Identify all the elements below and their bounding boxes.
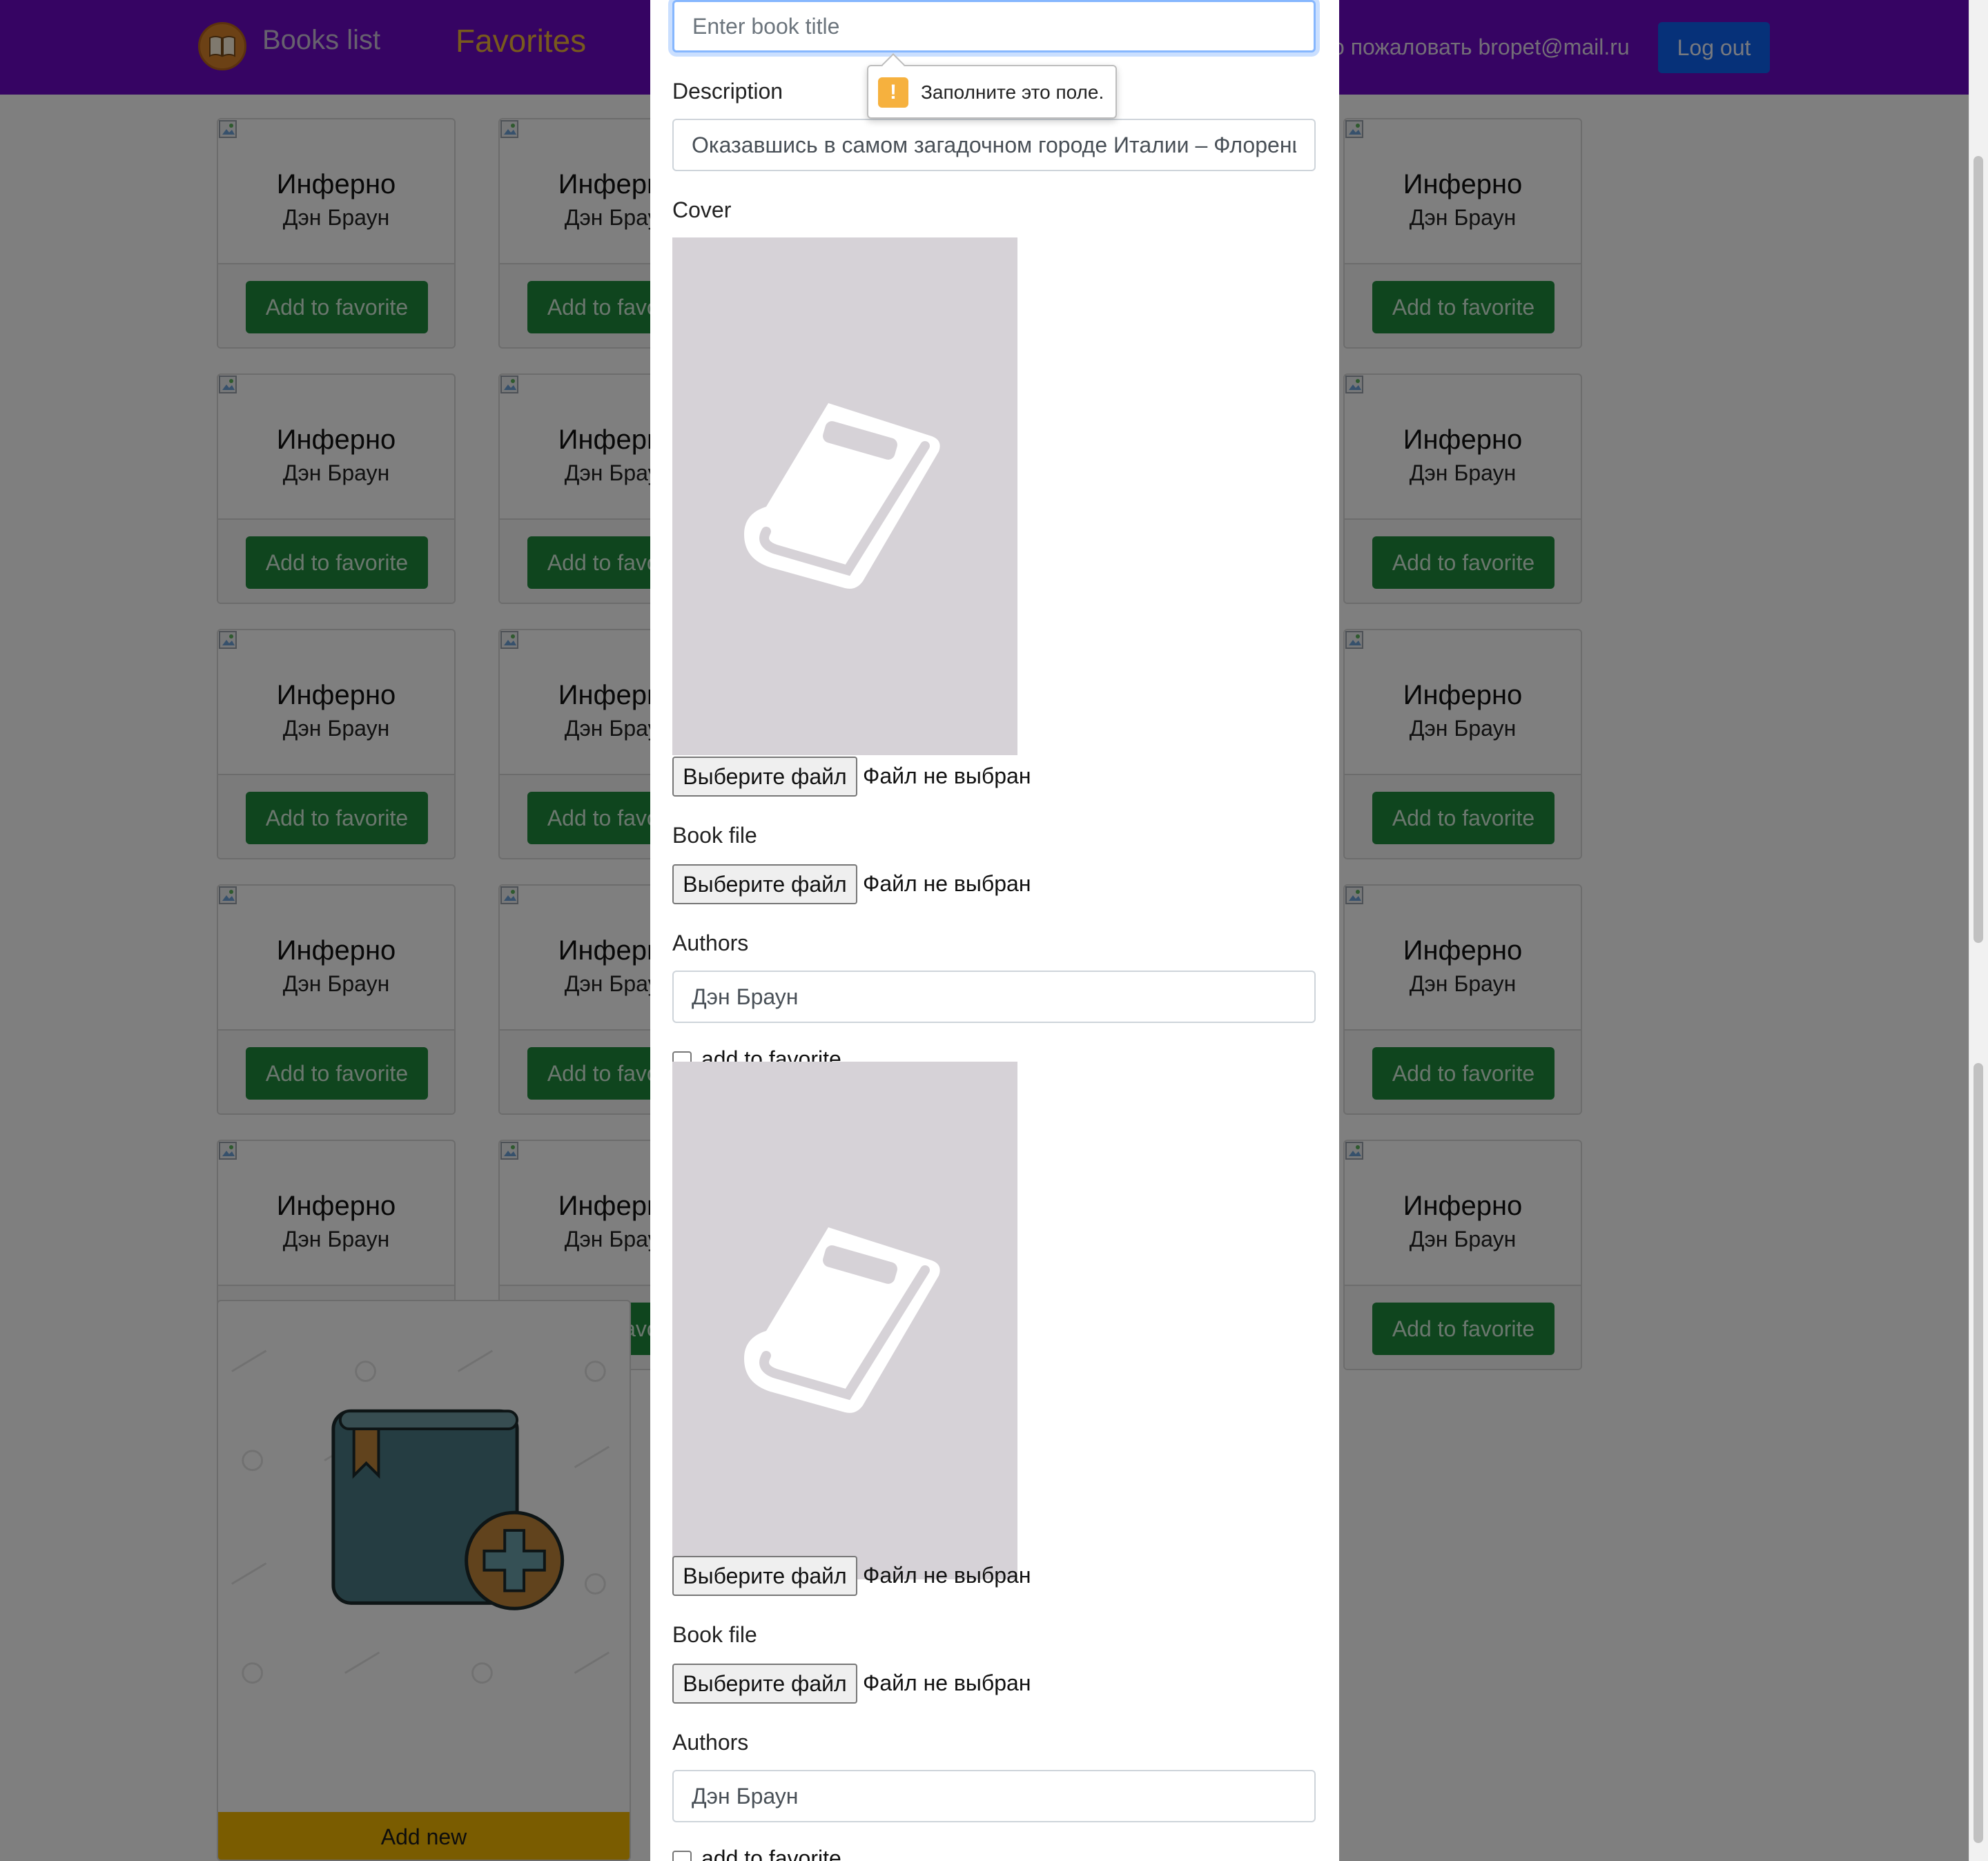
cover-preview bbox=[672, 237, 1017, 755]
scrollbar-thumb-2[interactable] bbox=[1974, 1063, 1983, 1843]
validation-tooltip: ! Заполните это поле. bbox=[867, 65, 1117, 119]
cover-file-button-2[interactable]: Выберите файл bbox=[672, 1556, 857, 1596]
description-label: Description bbox=[672, 79, 783, 104]
scrollbar-thumb[interactable] bbox=[1974, 156, 1983, 943]
book-file-button-2[interactable]: Выберите файл bbox=[672, 1664, 857, 1704]
book-placeholder-icon bbox=[744, 1227, 940, 1413]
authors-label-2: Authors bbox=[672, 1730, 749, 1755]
book-file-label-2: Book file bbox=[672, 1622, 757, 1647]
warning-icon: ! bbox=[878, 77, 908, 108]
book-title-input[interactable] bbox=[672, 0, 1316, 52]
validation-message: Заполните это поле. bbox=[921, 81, 1104, 103]
add-book-modal: Description Cover Выберите файл Файл не … bbox=[650, 0, 1339, 1861]
book-file-status: Файл не выбран bbox=[863, 871, 1031, 896]
cover-preview-2 bbox=[672, 1062, 1017, 1579]
cover-file-status: Файл не выбран bbox=[863, 763, 1031, 788]
description-input[interactable] bbox=[672, 119, 1316, 171]
favorite-checkbox-row-2[interactable]: add to favorite bbox=[672, 1846, 841, 1861]
scrollbar[interactable] bbox=[1969, 0, 1988, 1861]
book-file-label: Book file bbox=[672, 823, 757, 848]
favorite-checkbox-label-2: add to favorite bbox=[701, 1846, 841, 1861]
cover-file-status-2: Файл не выбран bbox=[863, 1563, 1031, 1588]
authors-input-2[interactable] bbox=[672, 1770, 1316, 1822]
authors-input[interactable] bbox=[672, 971, 1316, 1023]
cover-file-button[interactable]: Выберите файл bbox=[672, 757, 857, 797]
book-placeholder-icon bbox=[744, 403, 940, 589]
cover-label: Cover bbox=[672, 197, 732, 222]
favorite-checkbox-2[interactable] bbox=[672, 1850, 692, 1861]
authors-label: Authors bbox=[672, 930, 749, 955]
book-file-button[interactable]: Выберите файл bbox=[672, 864, 857, 904]
book-file-status-2: Файл не выбран bbox=[863, 1670, 1031, 1695]
